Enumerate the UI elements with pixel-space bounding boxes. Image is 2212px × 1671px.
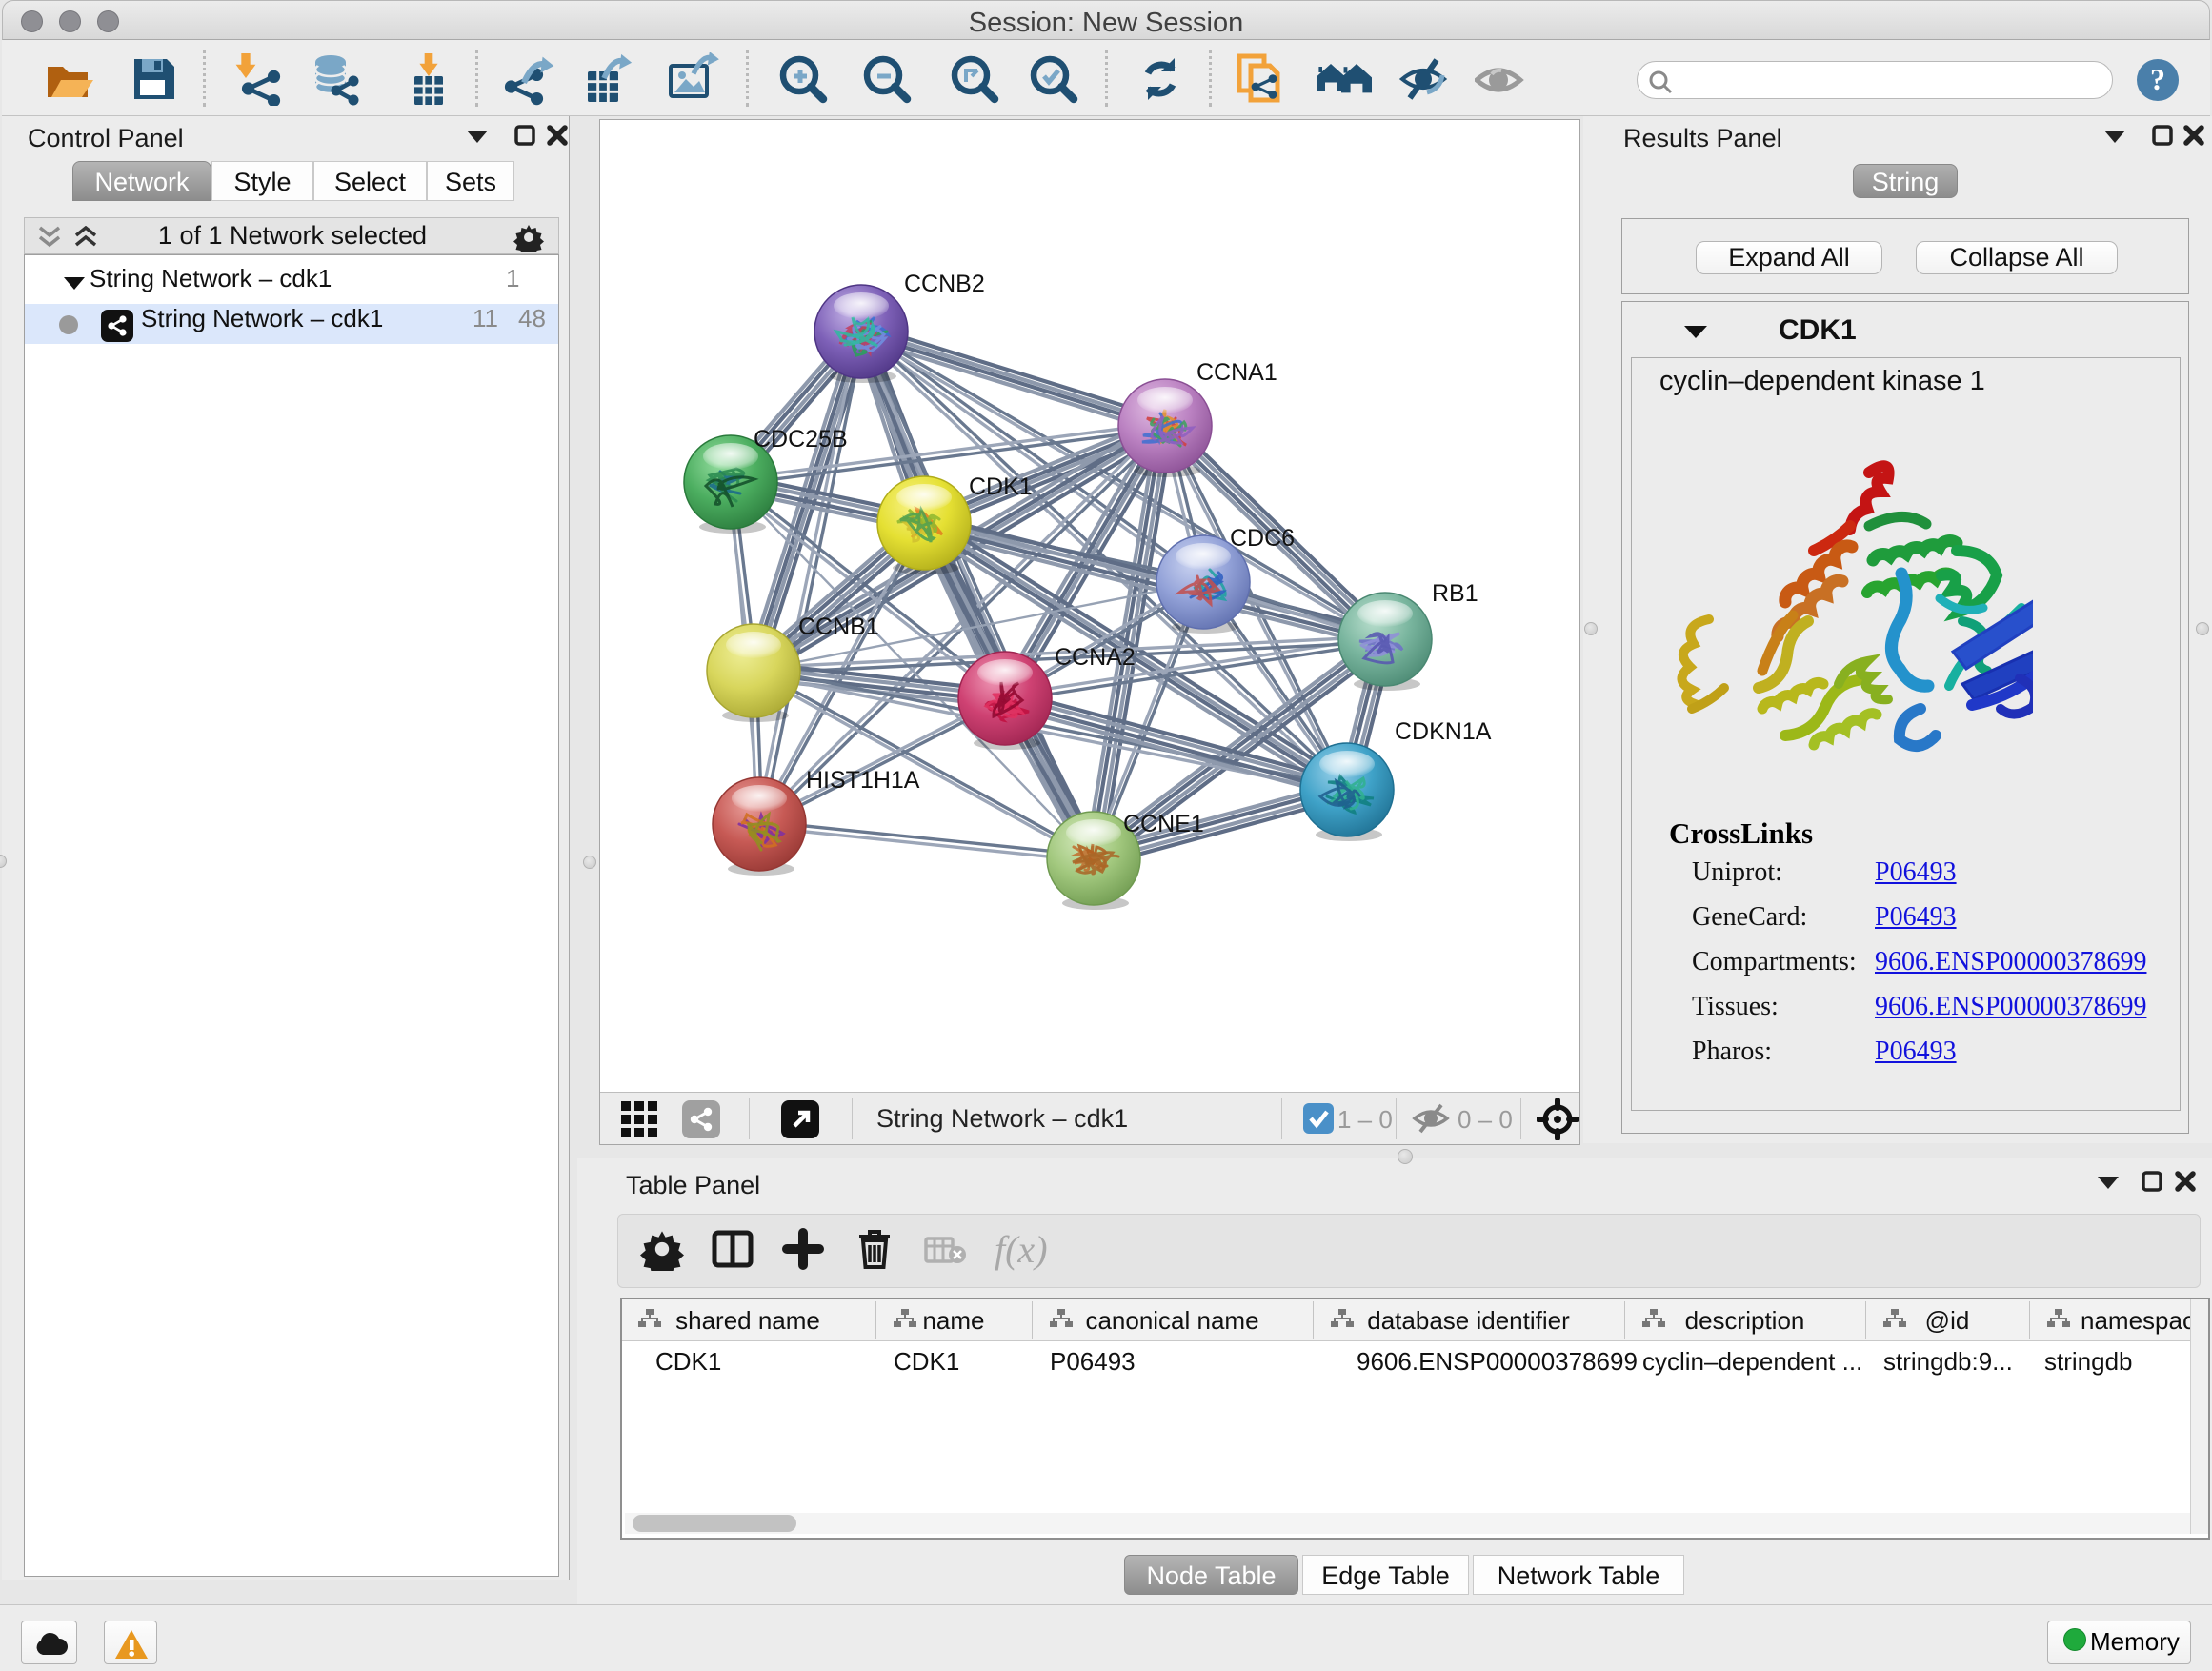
svg-text:CCNE1: CCNE1	[1123, 811, 1204, 837]
svg-text:CDKN1A: CDKN1A	[1395, 718, 1492, 745]
svg-text:CDK1: CDK1	[969, 473, 1033, 500]
svg-text:?: ?	[2150, 62, 2165, 96]
svg-text:CCNA1: CCNA1	[1196, 359, 1277, 386]
svg-text:CDC25B: CDC25B	[754, 426, 848, 453]
svg-text:CCNB1: CCNB1	[798, 614, 879, 640]
svg-text:CDC6: CDC6	[1230, 525, 1295, 552]
svg-text:RB1: RB1	[1432, 580, 1478, 607]
svg-text:HIST1H1A: HIST1H1A	[806, 767, 920, 794]
svg-text:CCNA2: CCNA2	[1055, 644, 1136, 671]
svg-text:CCNB2: CCNB2	[904, 271, 985, 297]
